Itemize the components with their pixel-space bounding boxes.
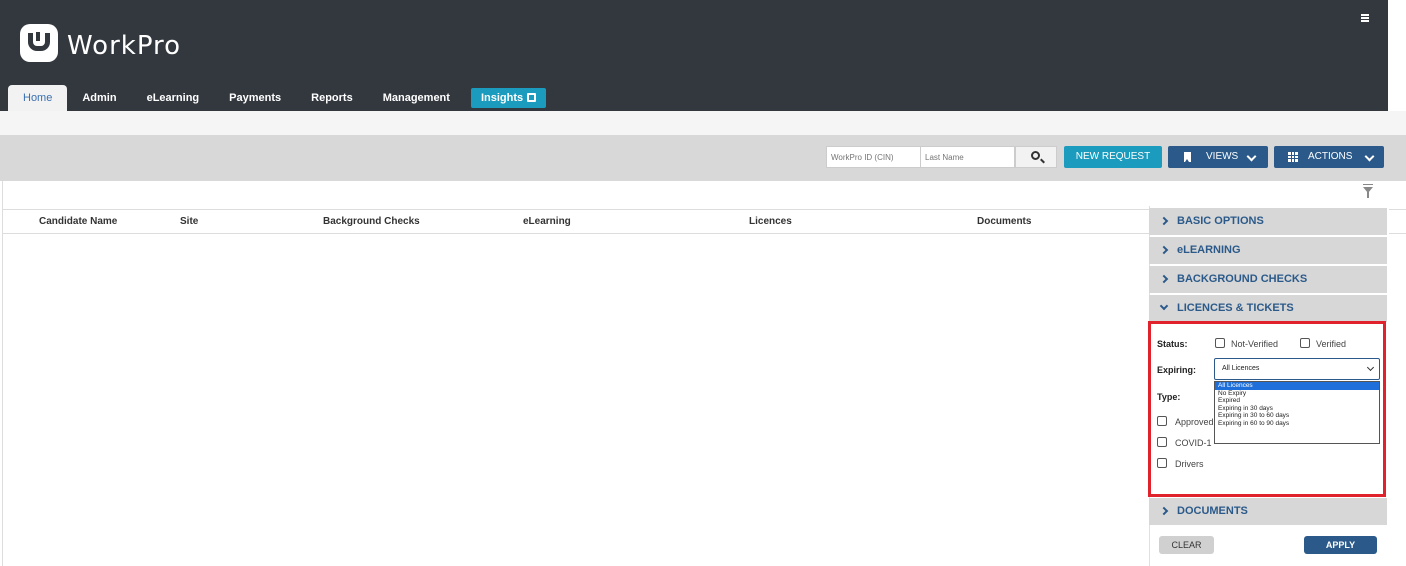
expiring-select-value: All Licences [1222, 365, 1260, 372]
type-drivers-label: Drivers [1175, 459, 1204, 469]
dropdown-option[interactable]: Expired [1215, 397, 1379, 405]
tab-insights[interactable]: Insights [470, 88, 547, 108]
status-label: Status: [1157, 339, 1188, 349]
tab-reports[interactable]: Reports [296, 85, 368, 111]
section-licences-tickets-label: LICENCES & TICKETS [1177, 302, 1294, 314]
tab-insights-label: Insights [480, 92, 524, 104]
external-link-icon [527, 93, 537, 102]
tab-payments[interactable]: Payments [214, 85, 296, 111]
tab-admin[interactable]: Admin [67, 85, 131, 111]
tab-management[interactable]: Management [368, 85, 465, 111]
views-button[interactable]: VIEWS [1168, 146, 1268, 168]
hamburger-menu-icon[interactable] [1361, 14, 1369, 22]
type-drivers-checkbox[interactable] [1157, 458, 1167, 468]
section-basic-options-label: BASIC OPTIONS [1177, 215, 1264, 227]
clear-button[interactable]: CLEAR [1159, 536, 1214, 554]
chevron-down-icon [1364, 151, 1375, 162]
chevron-right-icon [1159, 506, 1169, 516]
logo-text: WorkPro [67, 31, 182, 61]
logo-icon [20, 24, 58, 62]
workpro-logo[interactable]: WorkPro [20, 24, 181, 62]
grid-icon [1288, 152, 1298, 162]
actions-label: ACTIONS [1308, 151, 1353, 162]
table-border [2, 181, 3, 566]
type-approved-label: Approved [1175, 417, 1214, 427]
filter-icon[interactable] [1363, 184, 1373, 198]
not-verified-label: Not-Verified [1231, 339, 1279, 349]
lastname-search-input[interactable] [920, 146, 1015, 168]
col-candidate-name[interactable]: Candidate Name [39, 210, 117, 234]
chevron-right-icon [1159, 216, 1169, 226]
new-request-button[interactable]: NEW REQUEST [1064, 146, 1162, 168]
actions-button[interactable]: ACTIONS [1274, 146, 1384, 168]
dropdown-option[interactable]: Expiring in 30 to 60 days [1215, 412, 1379, 420]
subheader-strip [0, 111, 1406, 135]
section-documents[interactable]: DOCUMENTS [1149, 498, 1387, 525]
col-background-checks[interactable]: Background Checks [323, 210, 420, 234]
bookmark-icon [1184, 152, 1191, 162]
type-covid-label: COVID-1 [1175, 438, 1212, 448]
col-documents[interactable]: Documents [977, 210, 1031, 234]
dropdown-option[interactable]: Expiring in 30 days [1215, 405, 1379, 413]
section-elearning-label: eLEARNING [1177, 244, 1241, 256]
expiring-dropdown: All Licences No Expiry Expired Expiring … [1214, 381, 1380, 444]
type-approved-checkbox[interactable] [1157, 416, 1167, 426]
type-label: Type: [1157, 392, 1181, 402]
main-nav: Home Admin eLearning Payments Reports Ma… [8, 85, 547, 111]
chevron-down-icon [1159, 301, 1169, 311]
chevron-down-icon [1246, 151, 1257, 162]
section-basic-options[interactable]: BASIC OPTIONS [1149, 208, 1387, 235]
section-documents-label: DOCUMENTS [1177, 505, 1248, 517]
section-background-checks[interactable]: BACKGROUND CHECKS [1149, 266, 1387, 293]
dropdown-option[interactable]: Expiring in 60 to 90 days [1215, 420, 1379, 428]
search-icon [1031, 151, 1040, 160]
col-elearning[interactable]: eLearning [523, 210, 571, 234]
verified-checkbox[interactable] [1300, 338, 1310, 348]
tab-home[interactable]: Home [8, 85, 68, 111]
chevron-down-icon [1366, 363, 1375, 372]
type-covid-checkbox[interactable] [1157, 437, 1167, 447]
apply-button[interactable]: APPLY [1304, 536, 1377, 554]
dropdown-option[interactable]: All Licences [1215, 382, 1379, 390]
search-button[interactable] [1015, 146, 1057, 168]
col-site[interactable]: Site [180, 210, 198, 234]
section-licences-tickets[interactable]: LICENCES & TICKETS [1149, 295, 1387, 322]
app-header: WorkPro Home Admin eLearning Payments Re… [0, 0, 1388, 111]
cin-search-input[interactable] [826, 146, 921, 168]
views-label: VIEWS [1206, 151, 1239, 162]
section-background-checks-label: BACKGROUND CHECKS [1177, 273, 1308, 285]
not-verified-checkbox[interactable] [1215, 338, 1225, 348]
expiring-label: Expiring: [1157, 365, 1197, 375]
verified-label: Verified [1316, 339, 1347, 349]
expiring-select[interactable]: All Licences [1214, 358, 1380, 380]
dropdown-option[interactable]: No Expiry [1215, 390, 1379, 398]
section-elearning[interactable]: eLEARNING [1149, 237, 1387, 264]
col-licences[interactable]: Licences [749, 210, 792, 234]
chevron-right-icon [1159, 274, 1169, 284]
tab-elearning[interactable]: eLearning [132, 85, 215, 111]
chevron-right-icon [1159, 245, 1169, 255]
